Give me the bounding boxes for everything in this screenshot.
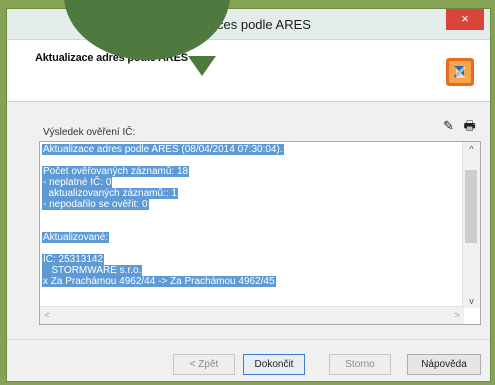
vertical-scroll-thumb[interactable]: [465, 170, 477, 243]
log-line: - nepodařilo se ověřit: 0: [42, 199, 149, 210]
wizard-window: ces podle ARES × Aktualizace adres podle…: [6, 8, 491, 382]
scroll-up-icon[interactable]: ^: [463, 142, 480, 156]
scroll-left-icon[interactable]: <: [40, 307, 54, 324]
header-area: Aktualizace adres podle ARES: [7, 40, 490, 102]
finish-button[interactable]: Dokončit: [243, 354, 305, 375]
log-line: Aktualizované:: [42, 232, 110, 243]
window-title: ces podle ARES: [217, 17, 311, 32]
edit-icon[interactable]: ✎: [443, 118, 454, 133]
log-line: x Za Prachámou 4962/44 -> Za Prachámou 4…: [42, 276, 276, 287]
log-line: Počet ověřovaných záznamů: 18: [42, 166, 190, 177]
result-label: Výsledek ověření IČ:: [43, 127, 136, 138]
result-list-content: Aktualizace adres podle ARES (08/04/2014…: [42, 144, 460, 310]
print-icon[interactable]: 🖶: [464, 118, 476, 133]
close-button[interactable]: ×: [446, 9, 484, 30]
log-line: - neplatné IČ: 0: [42, 177, 113, 188]
result-list[interactable]: Aktualizace adres podle ARES (08/04/2014…: [39, 141, 481, 325]
help-button[interactable]: Nápověda: [407, 354, 481, 375]
ares-update-icon: [446, 58, 474, 86]
vertical-scrollbar[interactable]: ^ v: [462, 142, 480, 308]
toolbar-icons: ✎ 🖶: [437, 117, 476, 139]
cancel-button[interactable]: Storno: [329, 354, 391, 375]
log-line: aktualizovaných záznamů:: 1: [42, 188, 178, 199]
footer-divider: [7, 339, 490, 340]
back-button[interactable]: < Zpět: [173, 354, 235, 375]
horizontal-scrollbar[interactable]: < >: [40, 306, 464, 324]
log-line: STORMWARE s.r.o.: [42, 265, 143, 276]
log-line: IČ: 25313142: [42, 254, 105, 265]
scroll-right-icon[interactable]: >: [450, 307, 464, 324]
callout-pointer: [188, 56, 216, 76]
log-line: Aktualizace adres podle ARES (08/04/2014…: [42, 144, 284, 155]
scroll-down-icon[interactable]: v: [463, 294, 480, 308]
